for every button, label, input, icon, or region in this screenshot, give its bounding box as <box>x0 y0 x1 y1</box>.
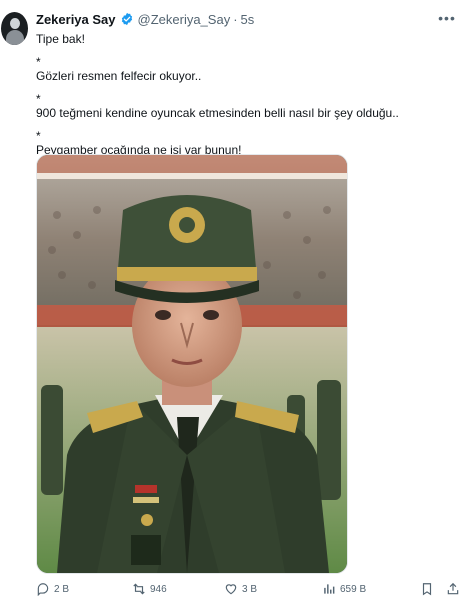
retweet-count: 946 <box>150 583 167 595</box>
soldier-photo-illustration <box>37 155 347 573</box>
tweet-timestamp[interactable]: 5s <box>241 12 255 27</box>
reply-button[interactable]: 2 B <box>36 580 69 598</box>
tweet-line: * <box>36 92 41 106</box>
avatar-head <box>10 18 20 29</box>
author-name[interactable]: Zekeriya Say <box>36 12 116 27</box>
like-button[interactable]: 3 B <box>224 580 257 598</box>
tweet-line: * <box>36 55 41 69</box>
tweet-line: Gözleri resmen felfecir okuyor.. <box>36 69 202 83</box>
share-icon <box>447 582 459 595</box>
avatar[interactable] <box>1 12 28 45</box>
more-options-icon[interactable]: ••• <box>438 10 456 26</box>
bookmark-button[interactable] <box>420 580 438 598</box>
tweet-header: Zekeriya Say @Zekeriya_Say · 5s <box>36 10 254 28</box>
tweet-line: 900 teğmeni kendine oyuncak etmesinden b… <box>36 106 399 120</box>
views-count: 659 B <box>340 583 367 595</box>
tweet-text: Tipe bak! * Gözleri resmen felfecir okuy… <box>36 32 456 157</box>
verified-badge-icon <box>121 12 132 26</box>
like-count: 3 B <box>242 583 258 595</box>
share-button[interactable] <box>446 580 464 598</box>
author-handle[interactable]: @Zekeriya_Say <box>138 12 231 27</box>
heart-icon <box>225 584 237 595</box>
tweet-line: Tipe bak! <box>36 32 85 46</box>
tweet-photo[interactable] <box>36 154 348 574</box>
avatar-body <box>6 30 24 45</box>
bookmark-icon <box>422 583 432 596</box>
retweet-button[interactable]: 946 <box>132 580 167 598</box>
reply-icon <box>37 583 49 596</box>
retweet-icon <box>133 583 145 595</box>
reply-count: 2 B <box>54 583 70 595</box>
separator-dot: · <box>233 11 238 27</box>
tweet-line: * <box>36 129 41 143</box>
views-icon <box>324 584 335 594</box>
views-button[interactable]: 659 B <box>322 580 366 598</box>
tweet[interactable]: Zekeriya Say @Zekeriya_Say · 5s ••• Tipe… <box>0 0 474 600</box>
action-bar: 2 B 946 3 B 659 B <box>36 580 466 598</box>
